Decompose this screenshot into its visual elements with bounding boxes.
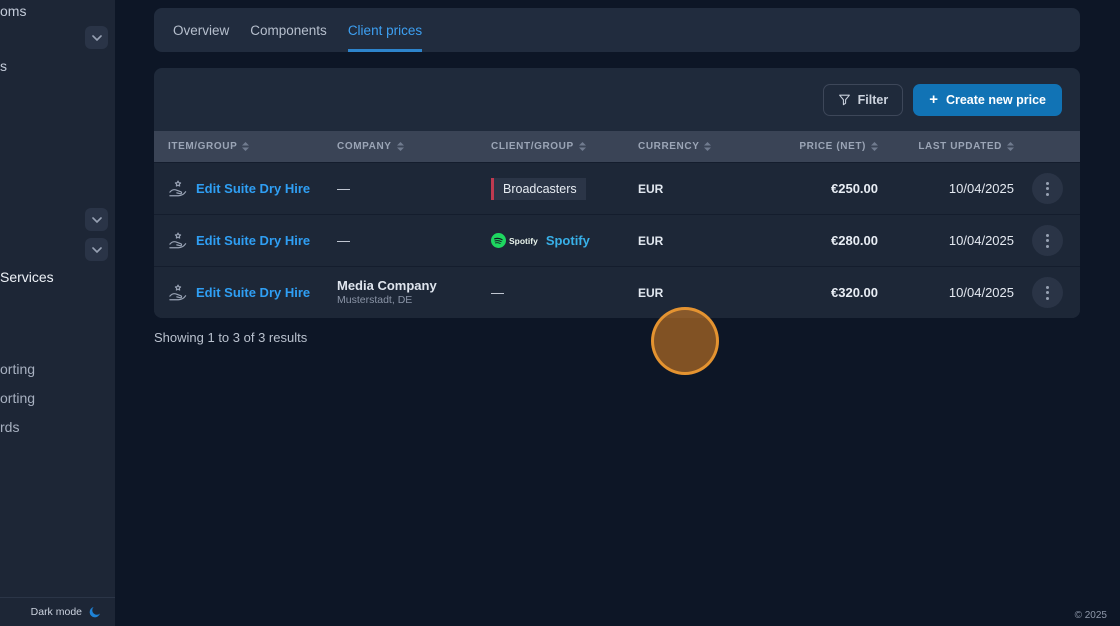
company-location: Musterstadt, DE bbox=[337, 294, 437, 307]
client-link[interactable]: Spotify bbox=[546, 233, 590, 248]
tab-bar: Overview Components Client prices bbox=[154, 8, 1080, 52]
price-value: €280.00 bbox=[831, 233, 878, 248]
click-indicator bbox=[651, 307, 719, 375]
dark-mode-toggle[interactable]: Dark mode bbox=[0, 597, 115, 626]
chevron-down-icon bbox=[92, 247, 102, 253]
moon-icon bbox=[88, 605, 102, 619]
sort-icon bbox=[1007, 142, 1014, 151]
company-name: Media Company bbox=[337, 278, 437, 294]
table-row: Edit Suite Dry Hire — Broadcasters EUR €… bbox=[154, 162, 1080, 214]
row-actions-button[interactable] bbox=[1032, 173, 1063, 204]
sidebar-item-dashboards[interactable]: rds bbox=[0, 419, 19, 435]
tab-client-prices[interactable]: Client prices bbox=[348, 8, 422, 52]
column-header-item-group[interactable]: ITEM/GROUP bbox=[154, 141, 337, 152]
currency-value: EUR bbox=[638, 286, 663, 300]
sort-icon bbox=[397, 142, 404, 151]
sidebar-item-rooms[interactable]: oms bbox=[0, 3, 26, 19]
tab-components[interactable]: Components bbox=[250, 8, 327, 52]
sidebar-item-reporting[interactable]: orting bbox=[0, 361, 35, 377]
client-group-badge: Broadcasters bbox=[491, 178, 586, 200]
sidebar-item-services[interactable]: Services bbox=[0, 269, 54, 285]
sidebar: oms s Services orting orting rds Dark mo… bbox=[0, 0, 115, 626]
column-header-last-updated[interactable]: LAST UPDATED bbox=[878, 141, 1014, 152]
column-header-price-net[interactable]: PRICE (NET) bbox=[766, 141, 878, 152]
company-empty: — bbox=[337, 233, 350, 248]
item-link[interactable]: Edit Suite Dry Hire bbox=[168, 232, 310, 250]
dark-mode-label: Dark mode bbox=[31, 606, 82, 618]
table-row: Edit Suite Dry Hire Media Company Muster… bbox=[154, 266, 1080, 318]
price-value: €250.00 bbox=[831, 181, 878, 196]
create-new-price-button[interactable]: + Create new price bbox=[913, 84, 1062, 116]
spotify-logo-icon: Spotify bbox=[491, 233, 538, 248]
sort-icon bbox=[871, 142, 878, 151]
table-toolbar: Filter + Create new price bbox=[154, 68, 1080, 131]
sort-icon bbox=[704, 142, 711, 151]
last-updated-value: 10/04/2025 bbox=[949, 285, 1014, 300]
item-link[interactable]: Edit Suite Dry Hire bbox=[168, 284, 310, 302]
column-header-company[interactable]: COMPANY bbox=[337, 141, 491, 152]
funnel-icon bbox=[838, 93, 851, 106]
chevron-down-icon bbox=[92, 35, 102, 41]
company-cell: Media Company Musterstadt, DE bbox=[337, 278, 437, 307]
filter-label: Filter bbox=[858, 93, 889, 107]
create-label: Create new price bbox=[946, 93, 1046, 107]
hand-star-icon bbox=[168, 232, 188, 250]
item-link[interactable]: Edit Suite Dry Hire bbox=[168, 180, 310, 198]
sort-icon bbox=[242, 142, 249, 151]
copyright-text: © 2025 bbox=[1075, 610, 1107, 621]
currency-value: EUR bbox=[638, 182, 663, 196]
column-header-client-group[interactable]: CLIENT/GROUP bbox=[491, 141, 638, 152]
hand-star-icon bbox=[168, 284, 188, 302]
sort-icon bbox=[579, 142, 586, 151]
results-summary: Showing 1 to 3 of 3 results bbox=[154, 330, 307, 345]
last-updated-value: 10/04/2025 bbox=[949, 233, 1014, 248]
sidebar-collapse-button[interactable] bbox=[85, 208, 108, 231]
chevron-down-icon bbox=[92, 217, 102, 223]
sidebar-collapse-button[interactable] bbox=[85, 238, 108, 261]
row-actions-button[interactable] bbox=[1032, 277, 1063, 308]
sidebar-item[interactable]: s bbox=[0, 58, 7, 74]
sidebar-collapse-button[interactable] bbox=[85, 26, 108, 49]
price-value: €320.00 bbox=[831, 285, 878, 300]
spotify-wordmark: Spotify bbox=[509, 236, 538, 246]
last-updated-value: 10/04/2025 bbox=[949, 181, 1014, 196]
company-empty: — bbox=[337, 181, 350, 196]
table-header-row: ITEM/GROUP COMPANY CLIENT/GROUP CURRENCY… bbox=[154, 131, 1080, 162]
filter-button[interactable]: Filter bbox=[823, 84, 904, 116]
currency-value: EUR bbox=[638, 234, 663, 248]
client-empty: — bbox=[491, 285, 504, 300]
sidebar-item-reporting-2[interactable]: orting bbox=[0, 390, 35, 406]
hand-star-icon bbox=[168, 180, 188, 198]
client-prices-card: Filter + Create new price ITEM/GROUP COM… bbox=[154, 68, 1080, 318]
tab-overview[interactable]: Overview bbox=[173, 8, 229, 52]
table-row: Edit Suite Dry Hire — Spotify Spotify EU… bbox=[154, 214, 1080, 266]
column-header-currency[interactable]: CURRENCY bbox=[638, 141, 766, 152]
row-actions-button[interactable] bbox=[1032, 225, 1063, 256]
plus-icon: + bbox=[929, 92, 938, 107]
